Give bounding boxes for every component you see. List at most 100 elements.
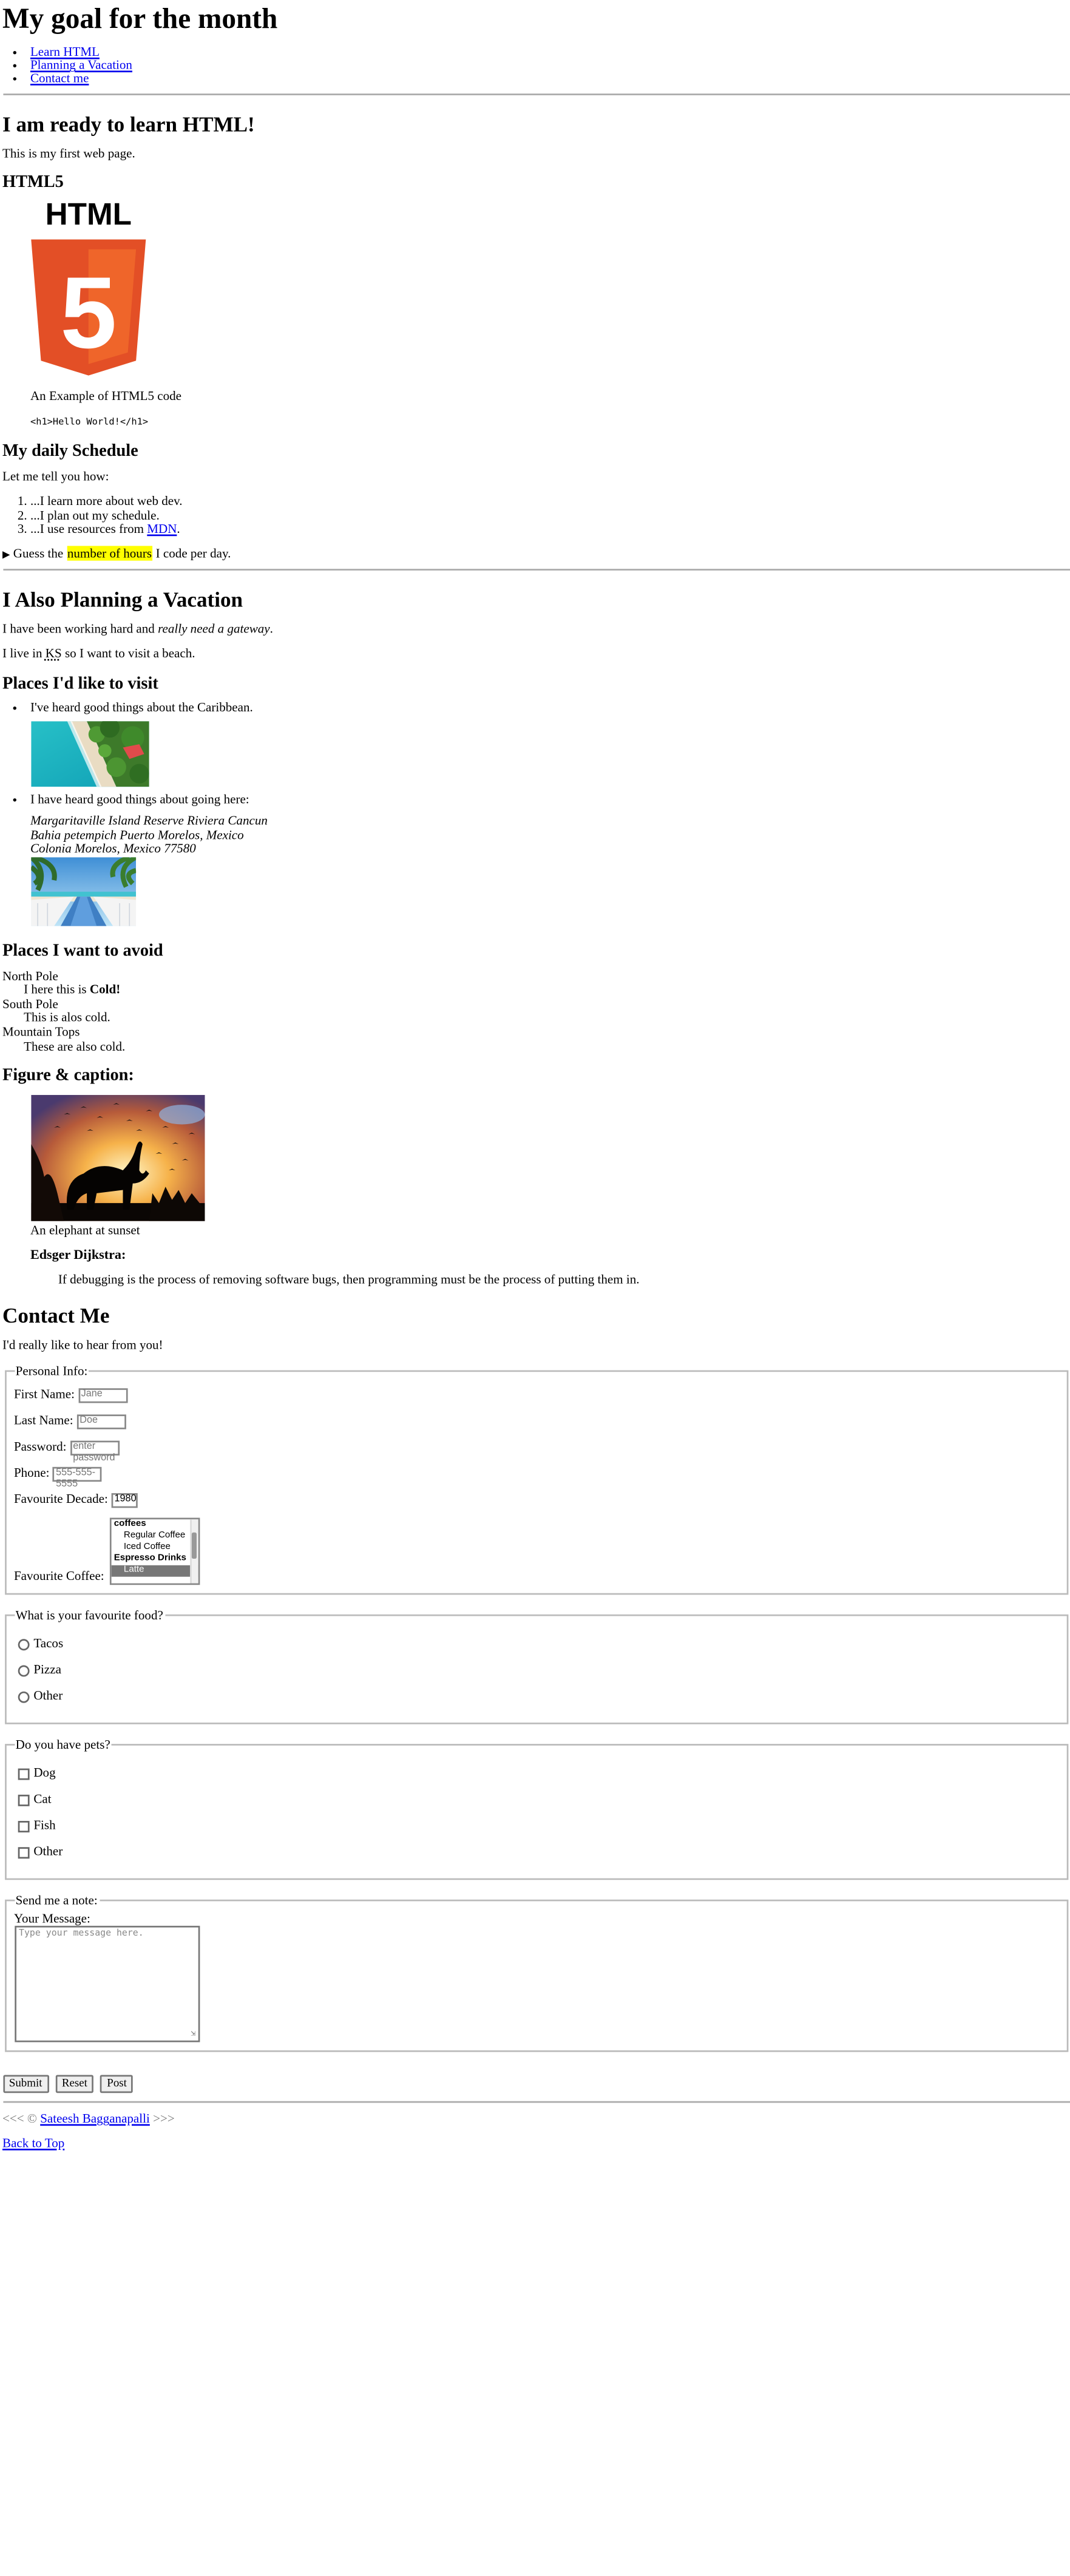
- avoid-heading: Places I want to avoid: [2, 942, 163, 960]
- avoid-term: North Pole: [2, 968, 58, 983]
- disclosure-triangle-icon: ▶: [2, 551, 10, 561]
- divider: [2, 2101, 1070, 2103]
- schedule-list: ...I learn more about web dev. ...I plan…: [2, 495, 1070, 538]
- select-option-selected[interactable]: Latte: [110, 1565, 198, 1577]
- vacation-p1: I have been working hard and really need…: [2, 621, 1070, 637]
- nav-item: Planning a Vacation: [30, 58, 1070, 73]
- p1-emphasis: really need a gateway: [158, 621, 270, 636]
- pet-checkbox[interactable]: [17, 1820, 29, 1832]
- details-summary[interactable]: ▶ Guess the number of hours I code per d…: [2, 546, 1070, 561]
- details-suffix: I code per day.: [152, 546, 231, 561]
- place-text: I have heard good things about going her…: [30, 792, 249, 808]
- list-item: ...I learn more about web dev.: [30, 495, 1070, 510]
- coffee-select[interactable]: coffees Regular Coffee Iced Coffee Espre…: [109, 1517, 200, 1585]
- nav-item: Contact me: [30, 71, 1070, 86]
- places-list: I've heard good things about the Caribbe…: [2, 700, 1070, 716]
- first-name-label: First Name:: [13, 1386, 75, 1402]
- page-header: My goal for the month Learn HTML Plannin…: [2, 2, 1070, 86]
- nav-link-learn-html[interactable]: Learn HTML: [30, 44, 100, 59]
- food-fieldset: What is your favourite food? Tacos Pizza…: [4, 1608, 1068, 1724]
- select-scrollbar[interactable]: [189, 1519, 198, 1584]
- first-name-field[interactable]: Jane: [78, 1387, 127, 1403]
- pet-option-label: Dog: [33, 1765, 56, 1780]
- details-prefix: Guess the: [13, 546, 67, 561]
- list-item: I have heard good things about going her…: [30, 792, 1070, 808]
- avoid-desc-bold: Cold!: [89, 982, 121, 997]
- elephant-figure: An elephant at sunset: [30, 1095, 1070, 1238]
- select-option-group: Espresso Drinks: [113, 1554, 186, 1564]
- food-radio[interactable]: [17, 1664, 29, 1676]
- details-highlight: number of hours: [66, 546, 153, 561]
- avoid-term: South Pole: [2, 996, 58, 1011]
- pet-checkbox[interactable]: [17, 1794, 29, 1806]
- footer-right: >>>: [149, 2111, 175, 2126]
- avoid-description: I here this is Cold!: [24, 982, 1070, 998]
- author-link[interactable]: Sateesh Bagganapalli: [40, 2111, 150, 2126]
- resort-address: Margaritaville Island Reserve Riviera Ca…: [30, 814, 1070, 856]
- select-option[interactable]: Regular Coffee: [110, 1531, 197, 1542]
- decade-field[interactable]: 1980: [111, 1492, 138, 1508]
- pet-option-label: Cat: [33, 1791, 52, 1806]
- reset-button[interactable]: Reset: [55, 2074, 94, 2093]
- contact-intro: I'd really like to hear from you!: [2, 1337, 163, 1353]
- pet-checkbox[interactable]: [17, 1846, 29, 1859]
- pet-option-label: Fish: [33, 1817, 56, 1833]
- post-button[interactable]: Post: [100, 2074, 134, 2093]
- divider: [2, 92, 1070, 95]
- page-title: My goal for the month: [2, 2, 278, 35]
- decade-label: Favourite Decade:: [13, 1491, 108, 1507]
- vacation-section: I Also Planning a Vacation I have been w…: [2, 587, 1070, 1287]
- html5-logo-number: 5: [59, 257, 116, 370]
- password-field[interactable]: enter password: [69, 1440, 119, 1463]
- footer-credit: <<< © Sateesh Bagganapalli >>>: [2, 2111, 1070, 2127]
- pet-checkbox[interactable]: [17, 1768, 29, 1780]
- message-textarea[interactable]: Type your message here. ⇲: [13, 1925, 200, 2042]
- list-item-text: ...I use resources from: [30, 522, 147, 537]
- state-abbreviation: KS: [45, 646, 62, 661]
- back-to-top: Back to Top: [2, 2135, 1070, 2152]
- select-option-group: coffees: [113, 1519, 146, 1530]
- food-radio[interactable]: [17, 1691, 29, 1703]
- avoid-desc-text: These are also cold.: [24, 1038, 126, 1054]
- message-label: Your Message:: [13, 1911, 90, 1926]
- last-name-field[interactable]: Doe: [76, 1414, 126, 1429]
- nav-link-contact[interactable]: Contact me: [30, 71, 89, 86]
- food-option-label: Pizza: [33, 1662, 61, 1677]
- list-item: I've heard good things about the Caribbe…: [30, 700, 1070, 716]
- address-line: Colonia Morelos, Mexico 77580: [30, 841, 196, 856]
- html5-heading: HTML5: [2, 174, 64, 193]
- mdn-link[interactable]: MDN: [147, 522, 177, 537]
- food-legend: What is your favourite food?: [15, 1608, 163, 1623]
- quote: If debugging is the process of removing …: [58, 1272, 640, 1287]
- footer-left: <<< ©: [2, 2111, 41, 2126]
- p1-suffix: .: [269, 621, 273, 636]
- personal-info-fieldset: Personal Info: First Name: Jane Last Nam…: [4, 1363, 1068, 1595]
- food-radio[interactable]: [17, 1638, 29, 1650]
- back-to-top-link[interactable]: Back to Top: [2, 2135, 64, 2150]
- contact-heading: Contact Me: [2, 1303, 110, 1328]
- list-item: ...I plan out my schedule.: [30, 509, 1070, 524]
- scrollbar-thumb[interactable]: [191, 1532, 197, 1559]
- page: My goal for the month Learn HTML Plannin…: [0, 2, 1070, 2152]
- resize-handle-icon[interactable]: ⇲: [191, 2029, 196, 2039]
- last-name-label: Last Name:: [13, 1412, 73, 1428]
- food-option-label: Other: [33, 1688, 63, 1703]
- contact-section: Contact Me I'd really like to hear from …: [2, 1303, 1070, 2095]
- learn-intro: This is my first web page.: [2, 145, 135, 160]
- avoid-list: North Pole I here this is Cold! South Po…: [2, 968, 1070, 1054]
- nav-link-vacation[interactable]: Planning a Vacation: [30, 58, 132, 72]
- learn-section: I am ready to learn HTML! This is my fir…: [2, 111, 1070, 561]
- schedule-intro: Let me tell you how:: [2, 469, 109, 484]
- example-label: An Example of HTML5 code: [30, 389, 182, 404]
- schedule-heading: My daily Schedule: [2, 443, 138, 462]
- phone-field[interactable]: 555-555-5555: [52, 1466, 102, 1490]
- pets-fieldset: Do you have pets? Dog Cat Fish Other: [4, 1737, 1068, 1880]
- quote-author: Edsger Dijkstra:: [30, 1247, 126, 1263]
- message-placeholder: Type your message here.: [19, 1929, 144, 1939]
- avoid-description: This is alos cold.: [24, 1011, 1070, 1026]
- figure-caption: An elephant at sunset: [30, 1222, 140, 1238]
- p1-prefix: I have been working hard and: [2, 621, 158, 636]
- submit-button[interactable]: Submit: [2, 2074, 49, 2093]
- example-code: <h1>Hello World!</h1>: [30, 418, 149, 429]
- select-option[interactable]: Iced Coffee: [110, 1542, 197, 1554]
